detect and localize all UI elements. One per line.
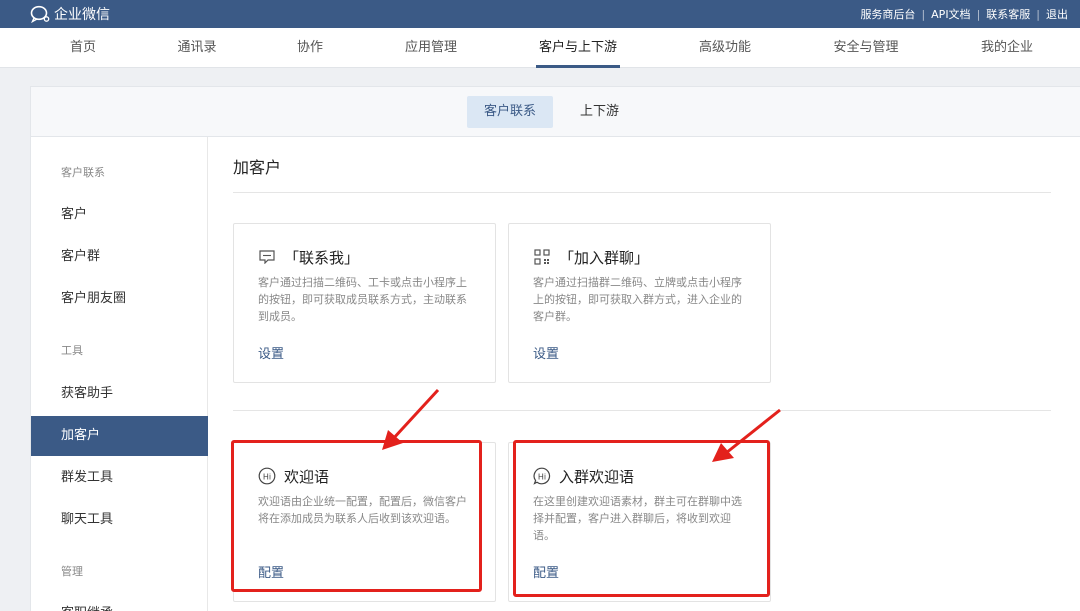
main-nav: 首页 通讯录 协作 应用管理 客户与上下游 高级功能 安全与管理 我的企业 — [0, 28, 1080, 68]
divider — [233, 192, 1051, 193]
top-link-separator: | — [1036, 7, 1040, 21]
top-links: 服务商后台 | API文档 | 联系客服 | 退出 — [854, 0, 1074, 28]
top-bar: 企业微信 服务商后台 | API文档 | 联系客服 | 退出 — [0, 0, 1080, 28]
card-contact-me: 「联系我」 客户通过扫描二维码、工卡或点击小程序上的按钮，即可获取成员联系方式，… — [233, 223, 496, 383]
card-title: 「联系我」 — [284, 248, 360, 267]
nav-item-advanced[interactable]: 高级功能 — [696, 28, 754, 68]
nav-item-collaboration[interactable]: 协作 — [294, 28, 326, 68]
nav-item-security[interactable]: 安全与管理 — [830, 28, 902, 68]
card-header: 「加入群聊」 — [533, 246, 649, 268]
brand-name: 企业微信 — [54, 7, 110, 23]
sidebar-item-partial[interactable]: 客职继承 — [31, 594, 208, 611]
top-link-logout[interactable]: 退出 — [1040, 6, 1074, 22]
sidebar: 客户联系 客户 客户群 客户朋友圈 工具 获客助手 加客户 群发工具 聊天工具 … — [31, 137, 208, 611]
nav-item-app-management[interactable]: 应用管理 — [402, 28, 460, 68]
top-link-separator: | — [976, 7, 981, 21]
nav-item-home[interactable]: 首页 — [62, 28, 104, 68]
card-title: 「加入群聊」 — [559, 248, 650, 267]
card-join-group: 「加入群聊」 客户通过扫描群二维码、立牌或点击小程序上的按钮，即可获取入群方式，… — [508, 223, 771, 383]
sidebar-group-manage: 管理 — [61, 565, 83, 578]
sidebar-group-tools: 工具 — [61, 344, 83, 357]
sub-tabs: 客户联系 上下游 — [31, 87, 1080, 137]
nav-item-contacts[interactable]: 通讯录 — [174, 28, 220, 68]
nav-item-my-enterprise[interactable]: 我的企业 — [978, 28, 1036, 68]
sidebar-item-customer-group[interactable]: 客户群 — [31, 237, 208, 277]
sidebar-item-chat-tools[interactable]: 聊天工具 — [31, 500, 208, 540]
sidebar-item-mass-send[interactable]: 群发工具 — [31, 458, 208, 498]
sidebar-item-customer[interactable]: 客户 — [31, 195, 208, 235]
top-link-partner[interactable]: 服务商后台 — [854, 6, 921, 22]
sidebar-item-add-customer[interactable]: 加客户 — [31, 416, 208, 456]
nav-item-customers[interactable]: 客户与上下游 — [536, 28, 620, 68]
qr-code-icon — [533, 248, 551, 266]
brand[interactable]: 企业微信 — [30, 4, 110, 24]
highlight-box — [513, 440, 770, 597]
highlight-box — [231, 440, 482, 592]
top-link-support[interactable]: 联系客服 — [980, 6, 1036, 22]
tab-upstream-downstream[interactable]: 上下游 — [563, 96, 636, 128]
sidebar-item-moments[interactable]: 客户朋友圈 — [31, 279, 208, 319]
card-description: 客户通过扫描群二维码、立牌或点击小程序上的按钮，即可获取入群方式，进入企业的客户… — [533, 276, 742, 323]
contact-me-settings-link[interactable]: 设置 — [258, 343, 284, 362]
join-group-settings-link[interactable]: 设置 — [533, 343, 559, 362]
top-link-api-docs[interactable]: API文档 — [925, 6, 976, 22]
sidebar-item-acquire-assistant[interactable]: 获客助手 — [31, 374, 208, 414]
card-header: 「联系我」 — [258, 246, 359, 268]
page-title: 加客户 — [233, 158, 282, 177]
top-link-separator: | — [921, 7, 926, 21]
divider — [233, 410, 1051, 411]
card-description: 客户通过扫描二维码、工卡或点击小程序上的按钮，即可获取成员联系方式，主动联系到成… — [258, 276, 467, 323]
wecom-logo-icon — [30, 5, 50, 23]
sidebar-group-customer: 客户联系 — [61, 166, 105, 179]
chat-bubble-icon — [258, 248, 276, 266]
tab-customer-contact[interactable]: 客户联系 — [467, 96, 554, 128]
